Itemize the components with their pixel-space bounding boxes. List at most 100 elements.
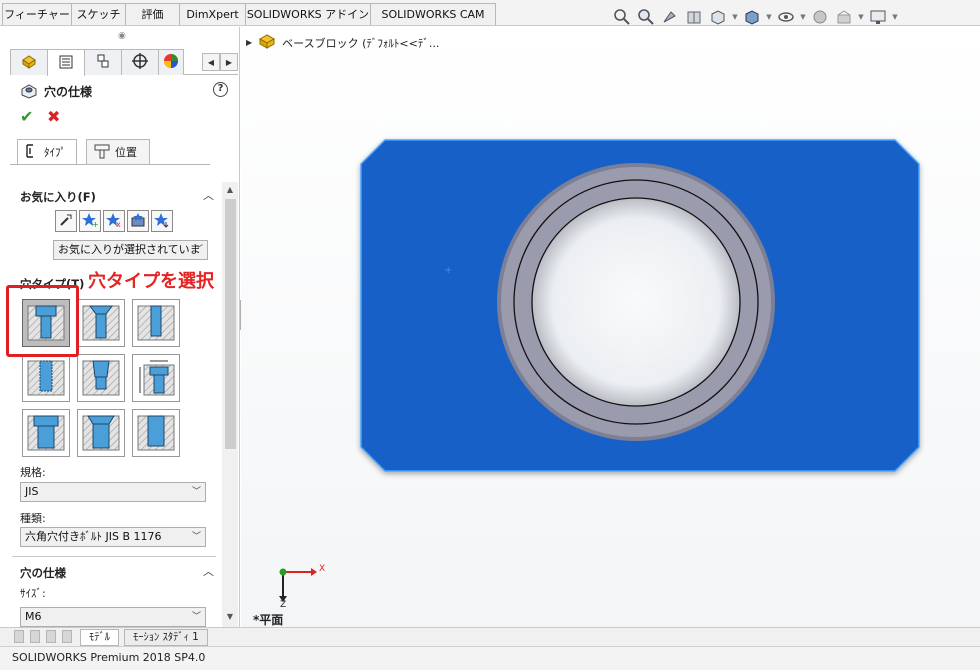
add-favorite-button[interactable]: + — [79, 210, 101, 232]
ok-button[interactable]: ✔ — [20, 107, 33, 126]
straight-tap-button[interactable] — [22, 354, 70, 402]
view-orientation-icon[interactable] — [708, 7, 728, 27]
last-tab-button[interactable] — [62, 630, 72, 643]
selection-highlight — [6, 285, 79, 357]
display-manager-icon — [162, 52, 180, 73]
load-favorite-button[interactable] — [151, 210, 173, 232]
status-bar: SOLIDWORKS Premium 2018 SP4.0 — [0, 646, 980, 670]
model-viewport[interactable]: + — [241, 27, 980, 627]
star-delete-icon: x — [106, 212, 122, 231]
previous-view-icon[interactable] — [660, 7, 680, 27]
legacy-hole-icon — [136, 357, 176, 400]
legacy-hole-button[interactable] — [132, 354, 180, 402]
feature-manager-icon — [20, 52, 38, 73]
chevron-down-icon: ﹀ — [191, 487, 201, 497]
crosshair-icon — [131, 52, 149, 73]
view-settings-icon[interactable] — [868, 7, 888, 27]
dimxpert-manager-tab[interactable] — [121, 49, 159, 75]
slot-button[interactable] — [132, 409, 180, 457]
divider — [10, 164, 210, 165]
countersink-slot-button[interactable] — [77, 409, 125, 457]
page-title: 穴の仕様 — [44, 85, 93, 99]
chevron-down-icon[interactable]: ▼ — [800, 7, 806, 27]
type-select[interactable]: 六角穴付きﾎﾞﾙﾄ JIS B 1176 ﹀ — [20, 527, 206, 547]
hide-show-items-icon[interactable] — [776, 7, 796, 27]
star-add-icon: + — [82, 212, 99, 231]
manager-tabs: ◀ ▶ — [10, 49, 238, 76]
view-name-label: *平面 — [253, 613, 284, 627]
scroll-down-button[interactable]: ▼ — [222, 609, 238, 625]
standard-value: JIS — [25, 485, 39, 498]
countersink-icon — [81, 302, 121, 345]
display-manager-tab[interactable] — [158, 49, 184, 75]
size-label: ｻｲｽﾞ: — [20, 587, 46, 600]
chevron-down-icon[interactable]: ▼ — [858, 7, 864, 27]
view-toolbar: ▼ ▼ ▼ ▼ ▼ — [612, 6, 898, 28]
save-favorite-button[interactable] — [127, 210, 149, 232]
cancel-button[interactable]: ✖ — [47, 107, 60, 126]
section-view-icon[interactable] — [684, 7, 704, 27]
star-save-icon — [130, 212, 146, 231]
zoom-area-icon[interactable] — [636, 7, 656, 27]
favorites-dropdown-value: お気に入りが選択されていま — [58, 243, 201, 256]
chevron-up-icon[interactable]: ︿ — [203, 187, 214, 203]
favorites-dropdown[interactable]: お気に入りが選択されていま ﹀ — [53, 240, 208, 260]
tab-solidworks-addins[interactable]: SOLIDWORKS アドイン — [245, 3, 371, 25]
panel-grip-icon[interactable]: ◉ — [118, 31, 126, 41]
tab-scroll-left-button[interactable]: ◀ — [202, 53, 220, 71]
tapered-tap-button[interactable] — [77, 354, 125, 402]
tab-evaluate[interactable]: 評価 — [125, 3, 180, 25]
countersink-button[interactable] — [77, 299, 125, 347]
tab-solidworks-cam[interactable]: SOLIDWORKS CAM — [370, 3, 496, 25]
first-tab-button[interactable] — [14, 630, 24, 643]
feature-manager-tab[interactable] — [10, 49, 48, 75]
type-value: 六角穴付きﾎﾞﾙﾄ JIS B 1176 — [25, 530, 162, 543]
model-tabs-bar: ﾓﾃﾞﾙ ﾓｰｼｮﾝ ｽﾀﾃﾞｨ 1 — [0, 627, 980, 646]
tab-features[interactable]: フィーチャー — [2, 3, 72, 25]
divider — [12, 556, 216, 557]
type-label: 種類: — [20, 512, 46, 525]
tab-position[interactable]: 位置 — [86, 139, 150, 165]
slot-icon — [136, 412, 176, 455]
edit-appearance-icon[interactable] — [810, 7, 830, 27]
standard-label: 規格: — [20, 466, 46, 479]
chevron-down-icon[interactable]: ▼ — [892, 7, 898, 27]
tab-dimxpert[interactable]: DimXpert — [179, 3, 246, 25]
tab-type[interactable]: ﾀｲﾌﾟ — [17, 139, 77, 165]
tab-scroll-right-button[interactable]: ▶ — [220, 53, 238, 71]
delete-favorite-button[interactable]: x — [103, 210, 125, 232]
straight-tap-icon — [26, 357, 66, 400]
favorites-header: お気に入り(F) — [20, 190, 96, 204]
help-button[interactable]: ? — [213, 82, 228, 97]
size-value: M6 — [25, 610, 42, 623]
scroll-up-button[interactable]: ▲ — [222, 182, 238, 198]
simple-hole-button[interactable] — [132, 299, 180, 347]
configuration-manager-tab[interactable] — [84, 49, 122, 75]
chevron-up-icon[interactable]: ︿ — [203, 563, 214, 579]
simple-hole-icon — [136, 302, 176, 345]
next-tab-button[interactable] — [46, 630, 56, 643]
hole-type-icon — [24, 143, 40, 162]
tab-model[interactable]: ﾓﾃﾞﾙ — [80, 629, 119, 646]
display-style-icon[interactable] — [742, 7, 762, 27]
base-block-part[interactable] — [360, 139, 920, 472]
favorites-toolbar: + x — [55, 210, 173, 232]
apply-scene-icon[interactable] — [834, 7, 854, 27]
scrollbar-thumb[interactable] — [225, 199, 236, 449]
chevron-down-icon[interactable]: ▼ — [766, 7, 772, 27]
size-select[interactable]: M6 ﹀ — [20, 607, 206, 627]
tab-position-label: 位置 — [115, 146, 137, 159]
tab-sketch[interactable]: スケッチ — [71, 3, 126, 25]
configuration-manager-icon — [94, 52, 112, 73]
graphics-area[interactable]: ▶ ベースブロック (ﾃﾞﾌｫﾙﾄ<<ﾃﾞ... + X Z *平面 — [241, 27, 980, 627]
hole-wizard-icon — [20, 81, 38, 102]
counterbore-slot-button[interactable] — [22, 409, 70, 457]
tab-motion-study[interactable]: ﾓｰｼｮﾝ ｽﾀﾃﾞｨ 1 — [124, 629, 208, 646]
property-manager-tab[interactable] — [47, 49, 85, 76]
zoom-to-fit-icon[interactable] — [612, 7, 632, 27]
x-axis-label: X — [319, 564, 326, 574]
prev-tab-button[interactable] — [30, 630, 40, 643]
apply-defaults-button[interactable] — [55, 210, 77, 232]
chevron-down-icon[interactable]: ▼ — [732, 7, 738, 27]
standard-select[interactable]: JIS ﹀ — [20, 482, 206, 502]
